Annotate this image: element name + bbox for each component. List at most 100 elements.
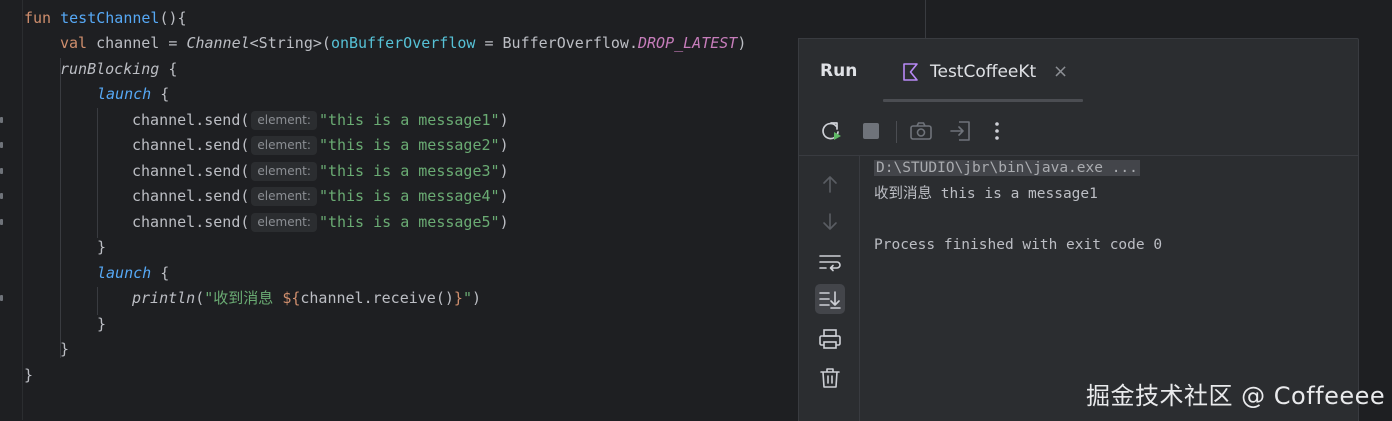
keyword: val	[60, 34, 88, 52]
code-text: channel.send(	[132, 136, 250, 154]
gutter-marker	[0, 295, 3, 301]
tab-underline	[883, 99, 1083, 102]
console-line: D:\STUDIO\jbr\bin\java.exe ...	[874, 156, 1140, 181]
string-literal: "this is a message4"	[318, 187, 500, 205]
print-icon[interactable]	[815, 324, 845, 354]
run-header: Run TestCoffeeKt ×	[799, 39, 1358, 103]
string-literal: "this is a message1"	[318, 111, 500, 129]
code-line[interactable]: channel.send(element: "this is a message3…	[132, 159, 509, 184]
named-argument: onBufferOverflow	[330, 34, 476, 52]
keyword: fun	[24, 9, 52, 27]
parameter-hint: element:	[251, 111, 317, 130]
code-text: )	[499, 136, 509, 154]
function-call: println	[132, 289, 196, 307]
indent-guide	[60, 58, 61, 358]
trash-icon[interactable]	[815, 363, 845, 393]
code-text: channel =	[87, 34, 187, 52]
code-line[interactable]: channel.send(element: "this is a message4…	[132, 184, 509, 209]
code-line[interactable]: }	[97, 312, 106, 337]
code-text: {	[151, 85, 170, 103]
code-line[interactable]: }	[97, 235, 106, 260]
run-title: Run	[820, 61, 858, 81]
code-line[interactable]: channel.send(element: "this is a message5…	[132, 210, 509, 235]
gutter-marker	[0, 193, 3, 199]
gutter-marker	[0, 142, 3, 148]
arrow-up-icon[interactable]	[815, 169, 845, 199]
toolbar-separator	[896, 121, 897, 143]
command-line[interactable]: D:\STUDIO\jbr\bin\java.exe ...	[874, 160, 1140, 176]
code-text: (	[195, 289, 205, 307]
code-text: <String>(	[249, 34, 331, 52]
code-text: )	[499, 213, 509, 231]
enum-constant: DROP_LATEST	[638, 34, 738, 52]
string-literal: "	[462, 289, 472, 307]
code-line[interactable]: channel.send(element: "this is a message2…	[132, 133, 509, 158]
camera-icon[interactable]	[907, 117, 935, 145]
code-text: )	[471, 289, 481, 307]
code-text: )	[499, 162, 509, 180]
code-text: )	[499, 111, 509, 129]
tab-testcoffeekt[interactable]: TestCoffeeKt ×	[883, 39, 1083, 103]
code-text: channel.send(	[132, 162, 250, 180]
template-brace: ${	[282, 289, 301, 307]
code-text: {	[151, 264, 170, 282]
function-name: testChannel	[60, 9, 160, 27]
code-line[interactable]: channel.send(element: "this is a message1…	[132, 108, 509, 133]
code-text: channel.send(	[132, 213, 250, 231]
code-line[interactable]: runBlocking {	[60, 57, 177, 82]
code-line[interactable]: }	[24, 363, 33, 388]
rerun-icon[interactable]	[817, 117, 845, 145]
gutter-marker	[0, 219, 3, 225]
console-line: 收到消息 this is a message1	[874, 186, 1098, 202]
indent-guide	[97, 108, 98, 238]
code-line[interactable]: println("收到消息 ${channel.receive()}")	[132, 286, 481, 311]
gutter-marker	[0, 168, 3, 174]
class-name: BufferOverflow.	[502, 34, 638, 52]
parameter-hint: element:	[251, 187, 317, 206]
kotlin-icon	[903, 63, 918, 81]
code-line[interactable]: fun testChannel(){	[24, 6, 187, 31]
code-text: channel.send(	[132, 111, 250, 129]
code-line[interactable]: launch {	[97, 261, 169, 286]
code-text: channel.receive()	[300, 289, 454, 307]
function-call: launch	[97, 85, 152, 103]
exit-icon[interactable]	[947, 117, 975, 145]
indent-guide	[97, 287, 98, 315]
run-toolbar	[799, 109, 1358, 155]
code-text: (){	[159, 9, 187, 27]
gutter-marker	[0, 117, 3, 123]
parameter-hint: element:	[251, 213, 317, 232]
type-name: Channel	[186, 34, 250, 52]
code-text: }	[60, 340, 70, 358]
template-brace: }	[453, 289, 463, 307]
code-text: }	[24, 366, 34, 384]
gutter-divider	[22, 0, 23, 420]
code-text: )	[499, 187, 509, 205]
run-tool-window: Run TestCoffeeKt × D:\STUDIO\jbr\bin\jav…	[798, 38, 1359, 421]
watermark: 掘金技术社区 @ Coffeeee	[1086, 382, 1386, 410]
parameter-hint: element:	[251, 136, 317, 155]
more-vertical-icon[interactable]	[983, 117, 1011, 145]
parameter-hint: element:	[251, 162, 317, 181]
code-editor[interactable]: fun testChannel(){ val channel = Channel…	[0, 0, 926, 420]
string-literal: "收到消息	[204, 289, 283, 307]
scroll-to-end-icon[interactable]	[815, 284, 845, 314]
code-text: =	[475, 34, 503, 52]
code-text: channel.send(	[132, 187, 250, 205]
console-line: Process finished with exit code 0	[874, 237, 1163, 253]
string-literal: "this is a message2"	[318, 136, 500, 154]
soft-wrap-icon[interactable]	[815, 247, 845, 277]
close-icon[interactable]: ×	[1053, 61, 1068, 82]
arrow-down-icon[interactable]	[815, 207, 845, 237]
code-line[interactable]: launch {	[97, 82, 169, 107]
tab-label: TestCoffeeKt	[930, 62, 1037, 82]
console-side-toolbar	[799, 156, 860, 421]
code-line[interactable]: val channel = Channel<String>(onBufferOv…	[60, 31, 746, 56]
code-text: )	[737, 34, 747, 52]
string-literal: "this is a message3"	[318, 162, 500, 180]
code-text: }	[97, 315, 107, 333]
code-line[interactable]: }	[60, 337, 69, 362]
string-literal: "this is a message5"	[318, 213, 500, 231]
code-text: {	[159, 60, 178, 78]
stop-icon[interactable]	[857, 117, 885, 145]
